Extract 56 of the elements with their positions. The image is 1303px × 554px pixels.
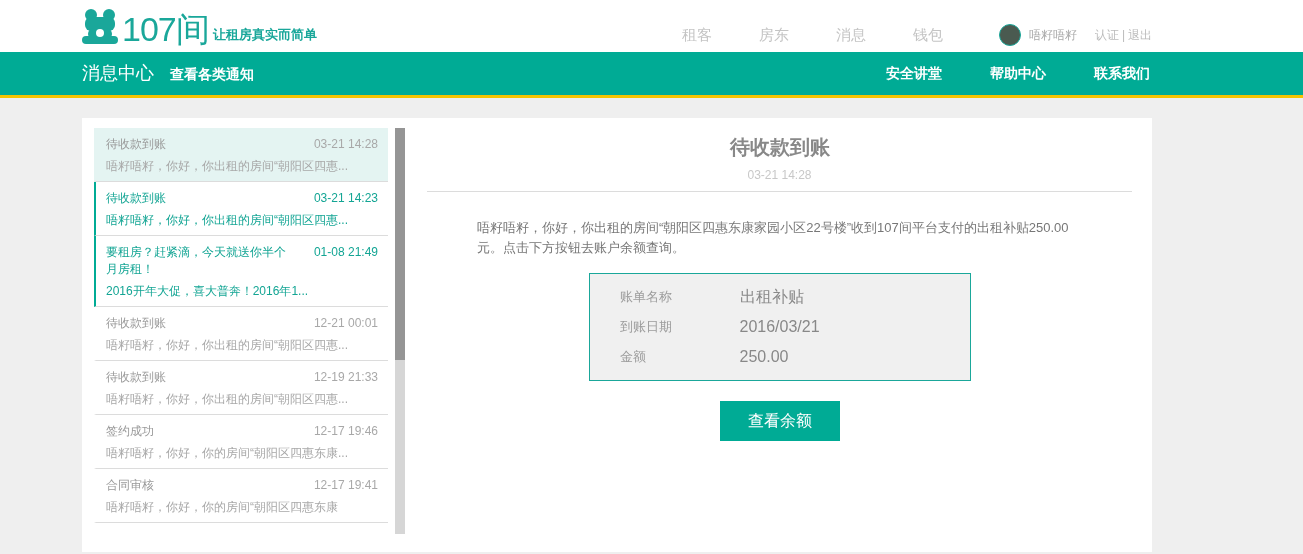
- field-label: 账单名称: [619, 288, 673, 307]
- field-label: 到账日期: [619, 318, 673, 337]
- message-item-title: 待收款到账: [106, 369, 166, 386]
- message-item-time: 12-21 00:01: [313, 315, 378, 332]
- user-name[interactable]: 唔籽唔籽: [1028, 26, 1077, 44]
- message-item-preview: 2016开年大促，喜大普奔！2016年1...: [106, 283, 310, 300]
- message-title: 待收款到账: [729, 135, 830, 160]
- nav-link[interactable]: 消息: [812, 23, 890, 46]
- message-item-preview: 唔籽唔籽，你好，你的房间“朝阳区四惠东康: [106, 499, 339, 516]
- slogan-text: 让租房真实而简单: [212, 25, 317, 44]
- nav-link[interactable]: 钱包: [889, 23, 967, 46]
- field-value: 250.00: [739, 347, 789, 367]
- nav-link[interactable]: 租客: [658, 23, 736, 46]
- message-item-preview: 唔籽唔籽，你好，你的房间“朝阳区四惠东康...: [106, 445, 349, 462]
- brand-logo-text: 107间: [122, 12, 209, 46]
- nav-link[interactable]: 房东: [735, 23, 813, 46]
- user-avatar[interactable]: [998, 24, 1021, 46]
- message-list-item[interactable]: 待收款到账 03-21 14:28 唔籽唔籽，你好，你出租的房间“朝阳区四惠...: [94, 128, 388, 182]
- header-link[interactable]: 安全讲堂: [886, 63, 942, 84]
- message-list-item[interactable]: 合同审核 12-17 19:41 唔籽唔籽，你好，你的房间“朝阳区四惠东康: [94, 469, 388, 523]
- message-item-time: 12-17 19:46: [313, 423, 378, 440]
- message-item-title: 签约成功: [106, 423, 154, 440]
- message-list-item[interactable]: 待收款到账 03-21 14:23 唔籽唔籽，你好，你出租的房间“朝阳区四惠...: [94, 182, 388, 236]
- message-item-time: 03-21 14:28: [313, 136, 378, 153]
- message-list-item[interactable]: 要租房？赶紧滴，今天就送你半个月房租！ 01-08 21:49 2016开年大促，喜大普奔！2016年1...: [94, 236, 388, 307]
- field-value: 2016/03/21: [739, 317, 820, 337]
- field-label: 金额: [619, 348, 647, 367]
- message-item-title: 待收款到账: [106, 136, 166, 153]
- header-link[interactable]: 帮助中心: [990, 63, 1046, 84]
- message-item-preview: 唔籽唔籽，你好，你出租的房间“朝阳区四惠...: [106, 391, 349, 408]
- account-link[interactable]: 退出: [1128, 26, 1152, 44]
- message-item-preview: 唔籽唔籽，你好，你出租的房间“朝阳区四惠...: [106, 212, 349, 229]
- message-item-preview: 唔籽唔籽，你好，你出租的房间“朝阳区四惠...: [106, 158, 349, 175]
- field-value: 出租补贴: [739, 287, 804, 307]
- message-list-item[interactable]: 签约成功 12-17 19:46 唔籽唔籽，你好，你的房间“朝阳区四惠东康...: [94, 415, 388, 469]
- message-item-time: 01-08 21:49: [313, 244, 378, 261]
- message-item-preview: 唔籽唔籽，你好，你出租的房间“朝阳区四惠...: [106, 337, 349, 354]
- message-body: 唔籽唔籽，你好，你出租的房间“朝阳区四惠东康家园小区22号楼”收到107间平台支付的出租补贴250.00元。点击下方按钮去账户余额查询。: [477, 219, 1070, 257]
- page-subtitle: 查看各类通知: [170, 65, 254, 84]
- message-item-time: 03-21 14:23: [313, 190, 378, 207]
- check-balance-button[interactable]: 查看余额: [719, 401, 840, 441]
- message-item-title: 待收款到账: [106, 190, 166, 207]
- frog-logo-icon: [82, 8, 118, 46]
- message-item-title: 待收款到账: [106, 315, 166, 332]
- message-item-time: 12-19 21:33: [313, 369, 378, 386]
- scrollbar-track[interactable]: [395, 128, 405, 534]
- scrollbar-thumb[interactable]: [395, 128, 405, 360]
- header-link[interactable]: 联系我们: [1094, 63, 1150, 84]
- message-item-title: 合同审核: [106, 477, 154, 494]
- message-item-title: 要租房？赶紧滴，今天就送你半个月房租！: [106, 244, 287, 278]
- page-title: 消息中心: [82, 62, 154, 85]
- message-item-time: 12-17 19:41: [313, 477, 378, 494]
- separator-text: |: [1121, 27, 1125, 44]
- message-list-item[interactable]: 待收款到账 12-21 00:01 唔籽唔籽，你好，你出租的房间“朝阳区四惠...: [94, 307, 388, 361]
- message-list-item[interactable]: 待收款到账 12-19 21:33 唔籽唔籽，你好，你出租的房间“朝阳区四惠...: [94, 361, 388, 415]
- account-link[interactable]: 认证: [1094, 26, 1119, 44]
